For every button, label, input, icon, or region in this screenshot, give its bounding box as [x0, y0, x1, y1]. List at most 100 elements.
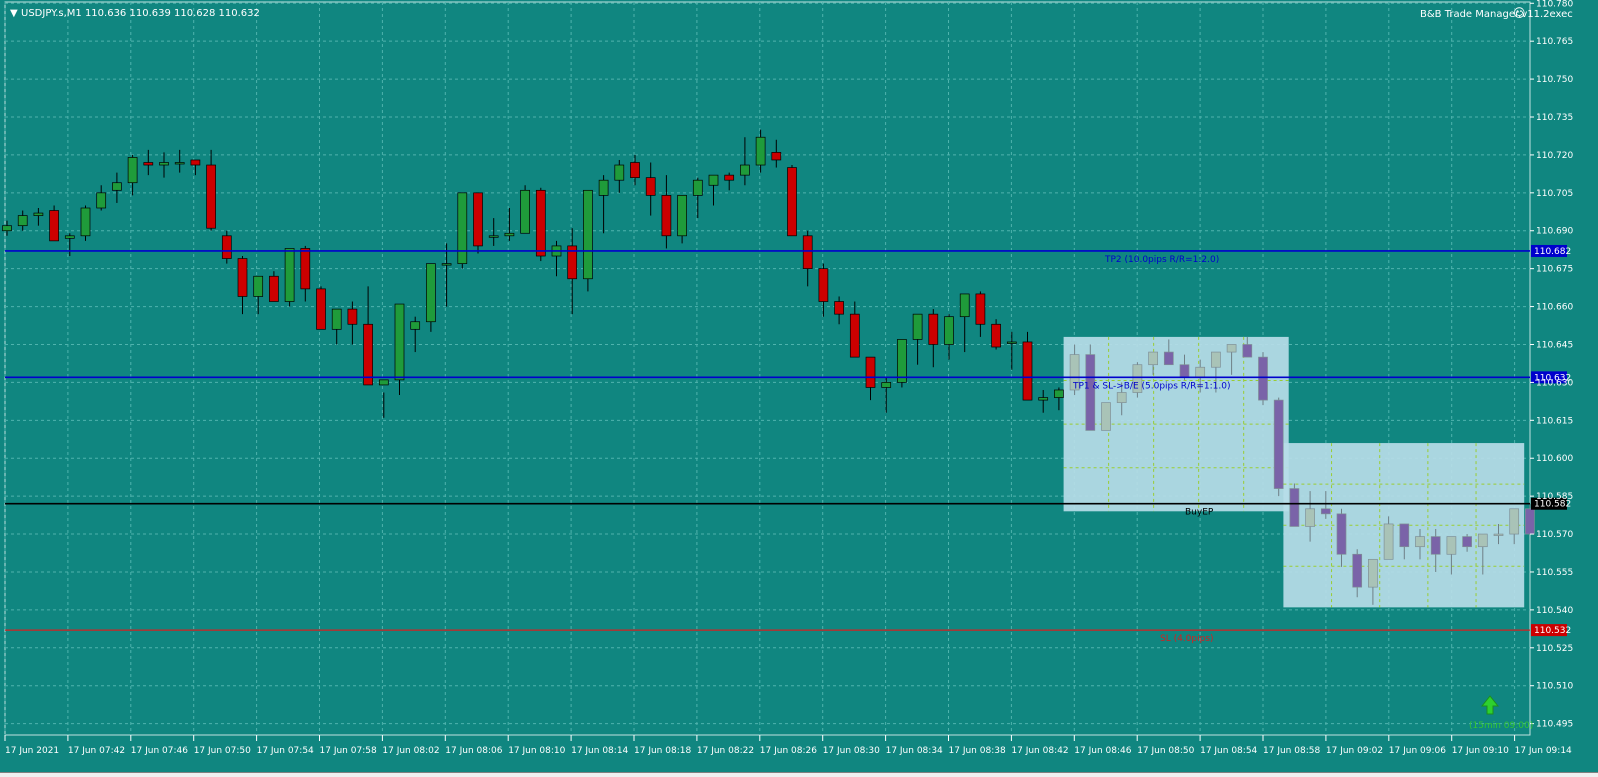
candle-body: [1085, 354, 1096, 431]
entry-label: BuyEP: [1185, 508, 1214, 518]
y-axis-tick-label: 110.585: [1536, 492, 1573, 502]
x-axis-tick-label: 17 Jun 08:46: [1074, 746, 1131, 756]
symbol-header: USDJPY.s,M1 110.636 110.639 110.628 110.…: [21, 8, 260, 19]
x-axis-tick-label: 17 Jun 08:38: [949, 746, 1006, 756]
x-axis-tick-label: 17 Jun 09:14: [1515, 746, 1572, 756]
candle-body: [1336, 513, 1347, 555]
candle-body: [1195, 366, 1206, 378]
candle-body: [583, 189, 593, 280]
signal-label: (15min 09:00): [1469, 721, 1533, 731]
candle-body: [1289, 488, 1300, 527]
candle-body: [535, 189, 546, 257]
candle-body: [1101, 402, 1111, 431]
candle-body: [394, 303, 405, 381]
x-axis-tick-label: 17 Jun 07:50: [194, 746, 251, 756]
y-axis-tick-label: 110.600: [1536, 454, 1573, 464]
y-axis-tick-label: 110.660: [1536, 303, 1573, 313]
candle-body: [1320, 508, 1331, 515]
x-axis-tick-label: 17 Jun 2021: [5, 746, 59, 756]
y-axis-tick-label: 110.495: [1536, 720, 1573, 730]
sl-label: SL (4.0pips): [1160, 634, 1214, 644]
candle-body: [975, 293, 986, 325]
y-axis-tick-label: 110.630: [1536, 378, 1573, 388]
tp2-label: TP2 (10.0pips R/R=1:2.0): [1104, 255, 1219, 265]
candle-body: [457, 192, 468, 264]
candle-body: [1163, 351, 1174, 366]
candle-body: [724, 174, 735, 181]
y-axis-tick-label: 110.645: [1536, 340, 1573, 350]
candle-body: [708, 174, 719, 186]
x-axis-tick-label: 17 Jun 08:06: [445, 746, 502, 756]
candle-body: [1368, 558, 1378, 588]
y-axis-tick-label: 110.720: [1536, 151, 1573, 161]
x-axis-tick-label: 17 Jun 09:06: [1389, 746, 1446, 756]
y-axis-tick-label: 110.765: [1536, 37, 1573, 47]
candle-body: [410, 321, 421, 330]
candle-body: [912, 313, 923, 340]
candle-body: [614, 164, 625, 181]
candle-body: [787, 167, 797, 237]
y-axis-tick-label: 110.750: [1536, 75, 1573, 85]
candle-body: [1242, 344, 1253, 358]
candle-body: [96, 192, 107, 209]
candle-body: [1477, 533, 1488, 548]
candle-body: [740, 164, 750, 176]
x-axis-tick-label: 17 Jun 09:02: [1326, 746, 1383, 756]
candle-body: [80, 207, 91, 237]
candle-body: [17, 215, 28, 227]
candle-body: [1430, 536, 1441, 555]
candle-body: [944, 316, 954, 345]
candle-body: [630, 162, 640, 179]
candle-body: [645, 177, 656, 196]
candle-body: [1446, 536, 1457, 555]
candle-body: [897, 339, 907, 383]
candle-body: [1258, 356, 1268, 401]
trade-zone-box: [1063, 336, 1289, 512]
candle-body: [1305, 508, 1315, 527]
candle-body: [928, 313, 939, 345]
x-axis-tick-label: 17 Jun 08:54: [1200, 746, 1257, 756]
candle-body: [1148, 351, 1158, 366]
x-axis-tick-label: 17 Jun 08:42: [1011, 746, 1068, 756]
x-axis-tick-label: 17 Jun 08:26: [760, 746, 817, 756]
x-axis-tick-label: 17 Jun 08:58: [1263, 746, 1320, 756]
candle-body: [363, 323, 373, 386]
y-axis-tick-label: 110.780: [1536, 0, 1573, 9]
price-chart[interactable]: TP2 (10.0pips R/R=1:2.0) 110.682 TP1 & SL-…: [0, 0, 1598, 777]
candle-body: [504, 232, 515, 237]
candle-body: [1038, 397, 1049, 401]
candle-body: [1022, 341, 1033, 401]
candle-body: [33, 212, 44, 216]
candle-body: [1273, 399, 1284, 489]
y-axis-tick-label: 110.615: [1536, 416, 1573, 426]
x-axis-tick-label: 17 Jun 08:18: [634, 746, 691, 756]
candle-body: [598, 179, 609, 196]
tp1-label: TP1 & SL->B/E (5.0pips R/R=1:1.0): [1072, 381, 1230, 391]
x-axis-tick-label: 17 Jun 08:34: [886, 746, 943, 756]
candle-body: [661, 195, 672, 237]
candle-body: [316, 288, 326, 330]
candle-body: [1399, 523, 1410, 548]
smiley-icon: ☺: [1513, 6, 1526, 20]
x-axis-tick-label: 17 Jun 08:30: [823, 746, 880, 756]
candle-body: [1006, 341, 1017, 344]
candle-body: [237, 258, 248, 297]
candle-body: [1525, 508, 1535, 535]
candle-body: [1462, 536, 1472, 548]
candle-body: [818, 268, 829, 302]
x-axis-tick-label: 17 Jun 08:22: [697, 746, 754, 756]
candle-body: [771, 152, 782, 161]
collapse-icon[interactable]: ▼: [10, 8, 18, 19]
x-axis-tick-label: 17 Jun 08:10: [508, 746, 565, 756]
x-axis-tick-label: 17 Jun 08:14: [571, 746, 628, 756]
candle-body: [1415, 536, 1425, 548]
candle-body: [253, 275, 264, 297]
expert-label: B&B Trade Manager.v11.2exec: [1420, 9, 1573, 20]
candle-body: [331, 308, 342, 330]
candle-body: [991, 323, 1001, 348]
trading-chart-window: TP2 (10.0pips R/R=1:2.0) 110.682 TP1 & SL-…: [0, 0, 1598, 777]
candle-body: [190, 159, 201, 166]
candle-body: [1211, 351, 1221, 368]
candle-body: [347, 308, 358, 325]
y-axis-tick-label: 110.555: [1536, 568, 1573, 578]
